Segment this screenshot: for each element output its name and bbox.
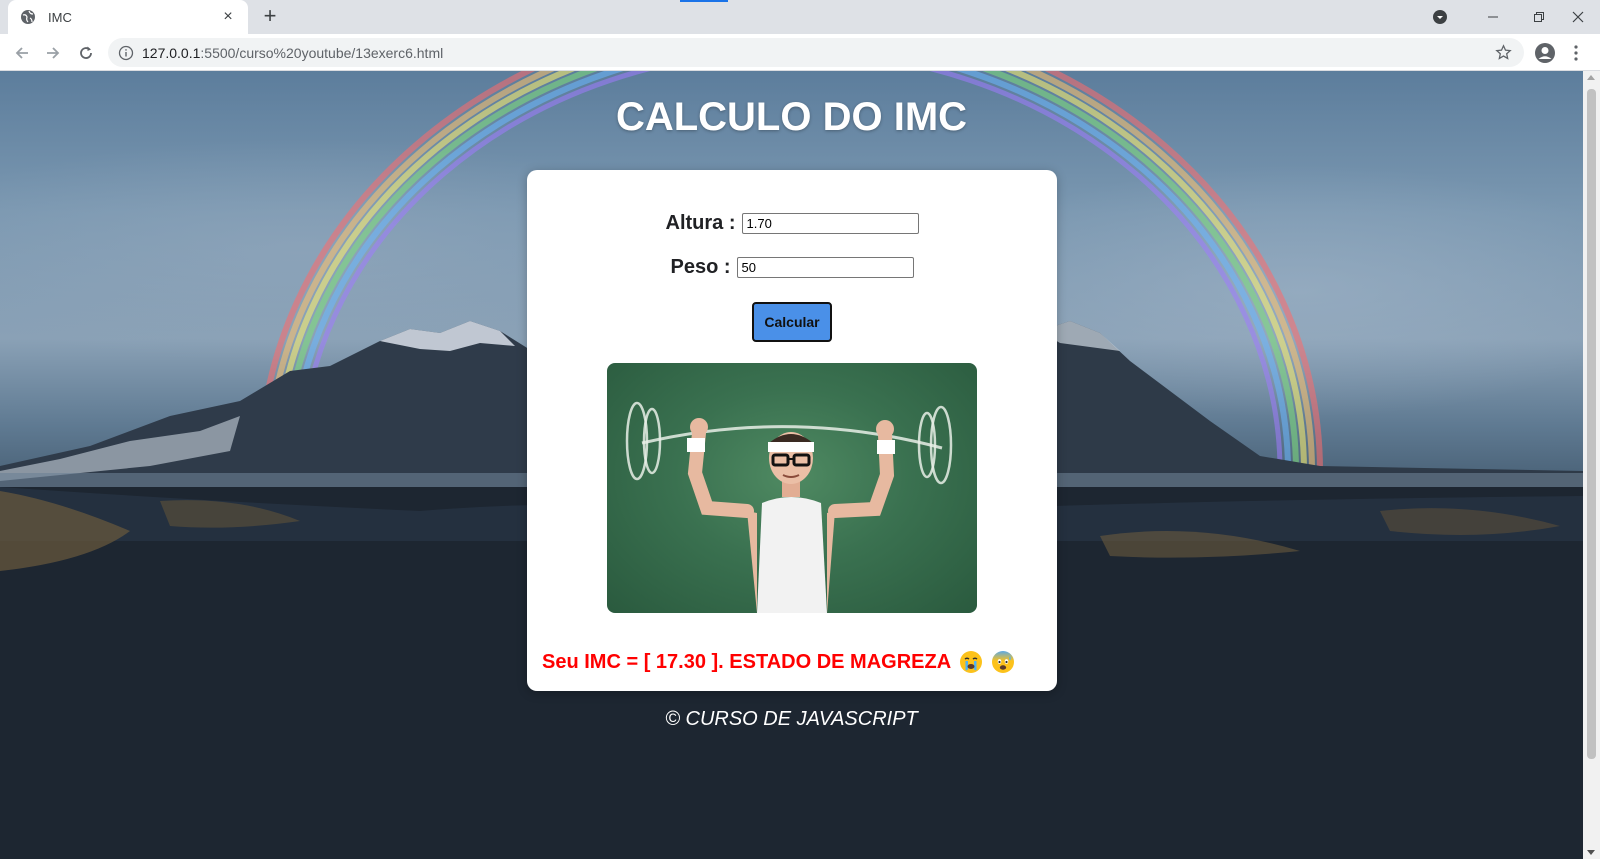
tab-indicator [680, 0, 728, 2]
scroll-down-arrow-icon[interactable] [1587, 850, 1595, 855]
close-icon[interactable]: × [218, 7, 238, 27]
imc-card: Altura : Peso : Calcular [527, 170, 1057, 691]
calcular-button[interactable]: Calcular [752, 302, 832, 342]
url-host: 127.0.0.1 [142, 44, 201, 61]
altura-input[interactable] [741, 213, 919, 234]
vertical-scrollbar[interactable] [1583, 71, 1600, 859]
browser-tab-imc[interactable]: IMC × [8, 0, 248, 34]
plus-icon[interactable]: + [258, 5, 282, 28]
browser-tab-strip: IMC × + [0, 0, 1600, 34]
altura-label: Altura : [665, 212, 736, 234]
fearful-face-emoji [992, 651, 1015, 673]
altura-row: Altura : [527, 212, 1057, 235]
tab-title: IMC [48, 9, 72, 25]
profile-icon[interactable] [1532, 40, 1558, 66]
reload-icon[interactable] [73, 40, 99, 66]
crying-face-emoji [960, 651, 983, 673]
media-control-icon[interactable] [1428, 0, 1452, 34]
peso-row: Peso : [527, 256, 1057, 279]
page-footer: © CURSO DE JAVASCRIPT [665, 708, 918, 730]
window-close-icon[interactable] [1556, 0, 1600, 34]
peso-label: Peso : [670, 256, 731, 278]
scroll-up-arrow-icon[interactable] [1587, 75, 1595, 80]
info-icon[interactable] [118, 45, 134, 61]
star-icon[interactable] [1495, 44, 1512, 61]
peso-input[interactable] [736, 257, 914, 278]
menu-kebab-icon[interactable] [1566, 40, 1586, 66]
skinny-weightlifter-image [607, 363, 977, 613]
page-title: CALCULO DO IMC [615, 95, 968, 139]
back-arrow-icon[interactable] [9, 40, 35, 66]
imc-result-text: Seu IMC = [ 17.30 ]. ESTADO DE MAGREZA [542, 650, 952, 673]
imc-result: Seu IMC = [ 17.30 ]. ESTADO DE MAGREZA [542, 650, 1015, 674]
forward-arrow-icon[interactable] [40, 40, 66, 66]
scrollbar-thumb[interactable] [1587, 89, 1596, 759]
address-bar[interactable]: 127.0.0.1:5500/curso%20youtube/13exerc6.… [108, 38, 1524, 67]
browser-toolbar: 127.0.0.1:5500/curso%20youtube/13exerc6.… [0, 34, 1600, 71]
url-path: :5500/curso%20youtube/13exerc6.html [200, 44, 444, 61]
globe-icon [21, 10, 35, 24]
weightlifter-illustration [625, 401, 953, 613]
page-viewport: CALCULO DO IMC Altura : Peso : Calcular [0, 71, 1583, 859]
url-text: 127.0.0.1:5500/curso%20youtube/13exerc6.… [142, 45, 443, 61]
minimize-icon[interactable] [1470, 0, 1516, 34]
